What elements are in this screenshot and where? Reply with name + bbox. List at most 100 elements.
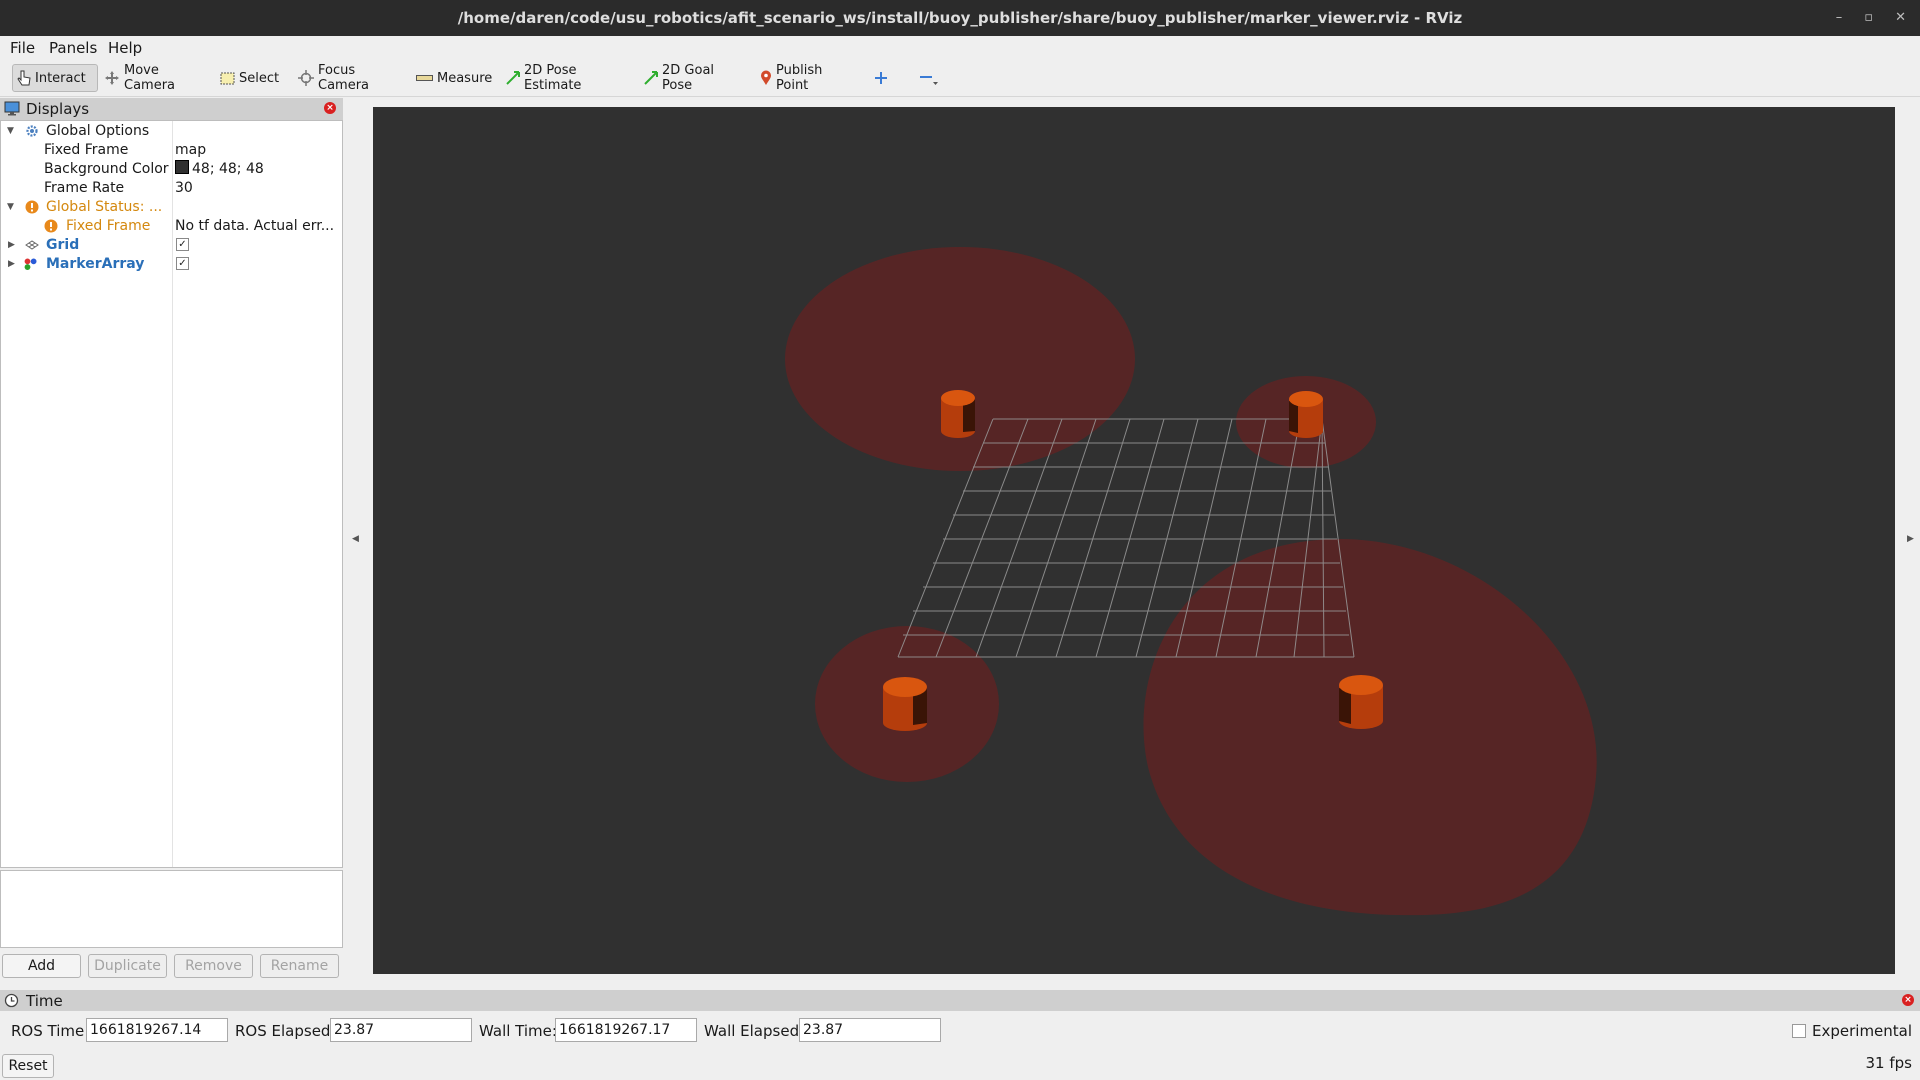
- wall-elapsed-label: Wall Elapsed:: [704, 1022, 805, 1040]
- menu-help[interactable]: Help: [108, 39, 142, 57]
- fixed-frame-value[interactable]: map: [175, 141, 206, 160]
- displays-title: Displays: [26, 100, 90, 118]
- time-fields-row: ROS Time: 1661819267.14 ROS Elapsed: 23.…: [0, 1018, 1920, 1044]
- grid-enabled-checkbox[interactable]: ✓: [176, 236, 189, 255]
- plus-icon: [875, 72, 887, 84]
- marker-array-icon: [24, 258, 37, 270]
- minimize-icon[interactable]: –: [1836, 0, 1843, 36]
- pose-estimate-tool-button[interactable]: 2D Pose Estimate: [502, 63, 624, 93]
- select-rectangle-icon: [220, 72, 235, 84]
- collapse-left-panel-icon[interactable]: ◀: [352, 534, 359, 544]
- experimental-checkbox[interactable]: Experimental: [1792, 1022, 1912, 1040]
- frame-rate-label: Frame Rate: [44, 180, 125, 196]
- green-arrow-icon: [644, 71, 658, 85]
- collapse-right-panel-icon[interactable]: ▶: [1907, 534, 1914, 544]
- rename-display-button[interactable]: Rename: [260, 954, 339, 978]
- background-color-text: 48; 48; 48: [192, 161, 264, 177]
- move-camera-tool-button[interactable]: Move Camera: [100, 63, 200, 93]
- interact-tool-button[interactable]: Interact: [12, 64, 98, 92]
- add-tool-button[interactable]: [870, 64, 892, 92]
- background-color-label: Background Color: [44, 161, 169, 177]
- buoy-bottom-left: [883, 677, 927, 731]
- displays-panel: Displays × ▼ Global Options Fixed Frame …: [0, 98, 343, 868]
- tree-row-grid[interactable]: ▶ Grid ✓: [1, 236, 342, 255]
- collapse-arrow-icon[interactable]: ▶: [8, 236, 15, 255]
- render-viewport[interactable]: [373, 107, 1895, 974]
- measure-tool-button[interactable]: Measure: [412, 64, 492, 92]
- menu-file[interactable]: File: [10, 39, 35, 57]
- minus-dropdown-icon: [920, 76, 938, 85]
- tree-row-fixed-frame[interactable]: Fixed Frame map: [1, 141, 342, 160]
- color-swatch: [175, 160, 189, 174]
- global-options-label: Global Options: [46, 123, 150, 139]
- status-fixed-frame-value: No tf data. Actual err...: [175, 218, 335, 234]
- goal-pose-tool-button[interactable]: 2D Goal Pose: [640, 63, 740, 93]
- ros-elapsed-label: ROS Elapsed:: [235, 1022, 336, 1040]
- move-camera-icon: [105, 71, 119, 85]
- ros-time-label: ROS Time:: [11, 1022, 90, 1040]
- background-color-value[interactable]: 48; 48; 48: [175, 160, 264, 179]
- ruler-icon: [416, 75, 433, 81]
- duplicate-display-button[interactable]: Duplicate: [88, 954, 167, 978]
- marker-array-label: MarkerArray: [46, 256, 145, 272]
- experimental-label: Experimental: [1812, 1022, 1913, 1040]
- tree-row-status-fixed-frame[interactable]: Fixed Frame No tf data. Actual err...: [1, 217, 342, 236]
- tree-row-global-options[interactable]: ▼ Global Options: [1, 122, 342, 141]
- warning-icon: [25, 200, 39, 214]
- expand-arrow-icon[interactable]: ▼: [7, 198, 14, 217]
- goal-pose-label: 2D Goal Pose: [662, 63, 715, 93]
- grid-label: Grid: [46, 237, 80, 253]
- fps-counter: 31 fps: [1865, 1054, 1912, 1072]
- wall-elapsed-field[interactable]: 23.87: [799, 1018, 941, 1042]
- menu-panels[interactable]: Panels: [49, 39, 97, 57]
- remove-tool-button[interactable]: [914, 64, 942, 92]
- focus-camera-tool-button[interactable]: Focus Camera: [294, 63, 394, 93]
- expand-arrow-icon[interactable]: ▼: [7, 122, 14, 141]
- add-display-button[interactable]: Add: [2, 954, 81, 978]
- move-camera-label: Move Camera: [124, 63, 176, 93]
- time-panel-title: Time: [26, 992, 63, 1010]
- select-label: Select: [239, 70, 280, 86]
- close-icon[interactable]: ✕: [1895, 0, 1906, 36]
- pose-estimate-label: 2D Pose Estimate: [524, 63, 582, 93]
- scene-canvas: [785, 247, 1597, 916]
- buoy-top-right: [1289, 391, 1323, 438]
- frame-rate-value[interactable]: 30: [175, 179, 193, 198]
- tree-row-frame-rate[interactable]: Frame Rate 30: [1, 179, 342, 198]
- window-title-bar: /home/daren/code/usu_robotics/afit_scena…: [0, 0, 1920, 36]
- maximize-icon[interactable]: ▫: [1864, 0, 1873, 36]
- close-panel-icon[interactable]: ×: [1902, 994, 1914, 1006]
- focus-camera-icon: [298, 70, 314, 86]
- remove-display-button[interactable]: Remove: [174, 954, 253, 978]
- wall-time-field[interactable]: 1661819267.17: [555, 1018, 697, 1042]
- marker-array-enabled-checkbox[interactable]: ✓: [176, 255, 189, 274]
- window-controls: – ▫ ✕: [1836, 0, 1906, 36]
- close-panel-icon[interactable]: ×: [324, 102, 336, 114]
- ros-time-field[interactable]: 1661819267.14: [86, 1018, 228, 1042]
- pointer-hand-icon: [17, 70, 31, 86]
- property-description-box: [0, 870, 343, 948]
- global-status-label: Global Status: ...: [46, 199, 163, 215]
- reset-button[interactable]: Reset: [2, 1054, 54, 1078]
- wall-time-label: Wall Time:: [479, 1022, 557, 1040]
- tree-row-background-color[interactable]: Background Color 48; 48; 48: [1, 160, 342, 179]
- buoy-bottom-right: [1339, 675, 1383, 729]
- tree-row-global-status[interactable]: ▼ Global Status: ...: [1, 198, 342, 217]
- publish-point-tool-button[interactable]: Publish Point: [756, 63, 856, 93]
- toolbar: Interact Move Camera Select Focus Camera…: [0, 60, 1920, 97]
- focus-camera-label: Focus Camera: [318, 63, 370, 93]
- displays-panel-header: Displays ×: [0, 98, 343, 120]
- green-arrow-icon: [506, 71, 520, 85]
- gear-icon: [26, 125, 38, 137]
- map-pin-icon: [761, 70, 771, 85]
- ros-elapsed-field[interactable]: 23.87: [330, 1018, 472, 1042]
- menu-bar: File Panels Help: [0, 36, 1920, 60]
- publish-point-label: Publish Point: [776, 63, 823, 93]
- collapse-arrow-icon[interactable]: ▶: [8, 255, 15, 274]
- warning-icon: [44, 219, 58, 233]
- checkbox-box: [1792, 1024, 1806, 1038]
- window-title: /home/daren/code/usu_robotics/afit_scena…: [457, 9, 1463, 27]
- tree-row-marker-array[interactable]: ▶ MarkerArray ✓: [1, 255, 342, 274]
- displays-tree[interactable]: ▼ Global Options Fixed Frame map Backgro…: [0, 120, 343, 868]
- select-tool-button[interactable]: Select: [216, 64, 280, 92]
